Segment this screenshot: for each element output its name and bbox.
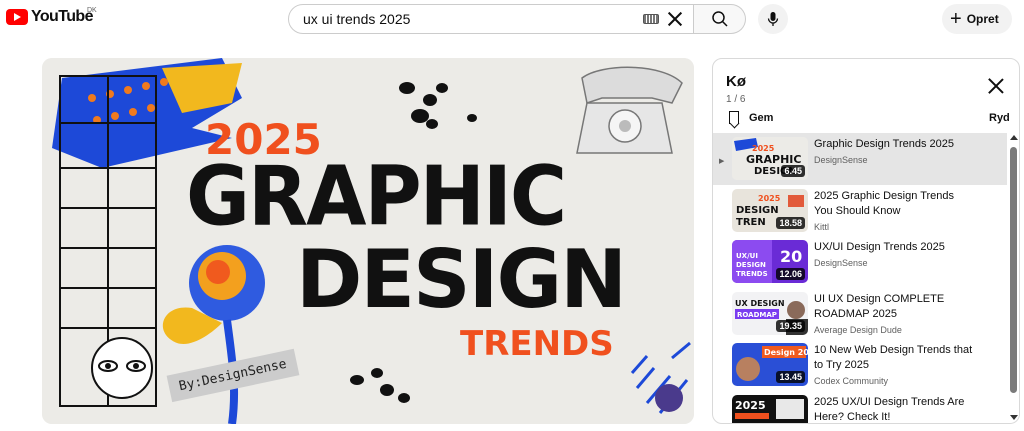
queue-item-spacer (713, 240, 732, 260)
keyboard-icon[interactable] (643, 14, 659, 24)
thumbnail-art: 2025 (732, 394, 808, 423)
search-icon (711, 11, 728, 27)
svg-text:2025: 2025 (735, 399, 766, 412)
queue-item-spacer (713, 189, 732, 209)
queue-item-spacer (713, 395, 732, 415)
queue-item-channel: Codex Community (814, 376, 889, 386)
queue-item-channel: DesignSense (814, 155, 868, 165)
svg-text:UX DESIGN: UX DESIGN (735, 299, 785, 308)
queue-item-meta: UI UX Design COMPLETE ROADMAP 2025 Avera… (814, 292, 974, 335)
queue-item-title: 2025 Graphic Design Trends You Should Kn… (814, 189, 955, 217)
now-playing-icon: ▶ (719, 158, 725, 165)
svg-text:TREN: TREN (736, 217, 766, 228)
create-button[interactable]: + Opret (942, 4, 1012, 34)
svg-text:DESIGN: DESIGN (736, 261, 766, 269)
queue-thumbnail: UX DESIGN ROADMAP 19.35 (732, 291, 808, 335)
video-player[interactable]: 2025 GRAPHIC DESIGN TRENDS By:DesignSens… (42, 58, 694, 424)
duration-badge: 12.06 (776, 268, 805, 280)
svg-text:DESIGN: DESIGN (736, 205, 779, 216)
queue-item[interactable]: UX DESIGN ROADMAP 19.35 UI UX Design COMP… (713, 288, 1007, 340)
queue-item-meta: 10 New Web Design Trends that to Try 202… (814, 343, 974, 386)
save-queue-button[interactable]: Gem (729, 111, 773, 124)
queue-item-spacer (713, 343, 732, 363)
create-label: Opret (966, 12, 999, 26)
search-box (288, 4, 694, 34)
queue-header: Kø 1 / 6 Gem Ryd (713, 59, 1019, 133)
queue-item-meta: Graphic Design Trends 2025 DesignSense (814, 137, 974, 165)
queue-panel: Kø 1 / 6 Gem Ryd ▶ 2025 GRAPHIC DESIGN 6.4… (712, 58, 1020, 424)
thumbnail-title-line2: DESIGN (296, 233, 627, 326)
queue-item-meta: UX/UI Design Trends 2025 DesignSense (814, 240, 974, 268)
microphone-icon (767, 12, 779, 26)
queue-item-meta: 2025 UX/UI Design Trends Are Here? Check… (814, 395, 974, 424)
close-icon[interactable] (987, 77, 1005, 95)
queue-thumbnail: 2025 (732, 394, 808, 423)
queue-item[interactable]: UX/UI DESIGN TRENDS 20 12.06 UX/UI Design T… (713, 236, 1007, 288)
queue-item-meta: 2025 Graphic Design Trends You Should Kn… (814, 189, 974, 232)
queue-scrollbar[interactable] (1009, 133, 1019, 423)
scroll-down-arrow-icon[interactable] (1010, 415, 1018, 420)
youtube-play-icon (6, 9, 28, 25)
queue-thumbnail: 2025 DESIGN TREN 18.58 (732, 188, 808, 232)
youtube-logo[interactable]: YouTube DK (6, 7, 97, 26)
svg-text:Design 2025: Design 2025 (764, 348, 808, 357)
svg-text:2025: 2025 (758, 194, 781, 203)
svg-text:2025: 2025 (752, 144, 775, 153)
svg-text:ROADMAP: ROADMAP (737, 311, 777, 319)
top-bar: YouTube DK + Opret (0, 0, 1024, 38)
svg-text:20: 20 (780, 247, 802, 266)
svg-text:UX/UI: UX/UI (736, 252, 758, 260)
scroll-up-arrow-icon[interactable] (1010, 135, 1018, 140)
scrollbar-thumb[interactable] (1010, 147, 1017, 393)
voice-search-button[interactable] (758, 4, 788, 34)
duration-badge: 19.35 (776, 319, 805, 332)
clear-search-icon[interactable] (665, 9, 685, 29)
queue-item[interactable]: 2025 DESIGN TREN 18.58 2025 Graphic Design… (713, 185, 1007, 237)
queue-thumbnail: Design 2025 13.45 (732, 343, 808, 386)
queue-thumbnail: UX/UI DESIGN TRENDS 20 12.06 (732, 240, 808, 283)
queue-item[interactable]: Design 2025 13.45 10 New Web Design Tren… (713, 339, 1007, 391)
search-bar (288, 4, 746, 34)
queue-item-title: UI UX Design COMPLETE ROADMAP 2025 (814, 292, 945, 320)
queue-thumbnail: 2025 GRAPHIC DESIGN 6.45 (732, 137, 808, 180)
queue-item[interactable]: ▶ 2025 GRAPHIC DESIGN 6.45 Graphic Design … (713, 133, 1007, 185)
duration-badge: 13.45 (776, 371, 805, 383)
queue-list: ▶ 2025 GRAPHIC DESIGN 6.45 Graphic Design … (713, 133, 1007, 424)
search-button[interactable] (694, 4, 746, 34)
queue-item-title: 2025 UX/UI Design Trends Are Here? Check… (814, 395, 965, 423)
bookmark-icon (729, 111, 739, 124)
save-label: Gem (749, 111, 774, 124)
queue-title: Kø (726, 73, 746, 90)
queue-item-channel: Average Design Dude (814, 324, 902, 335)
thumbnail-title-line3: TRENDS (460, 324, 614, 364)
plus-icon: + (950, 8, 962, 30)
queue-item-spacer (713, 292, 732, 312)
queue-position: 1 / 6 (726, 94, 746, 105)
logo-text: YouTube (31, 8, 93, 25)
queue-item[interactable]: 2025 2025 UX/UI Design Trends Are Here? … (713, 391, 1007, 424)
queue-item-channel: Kittl (814, 221, 830, 232)
clear-queue-button[interactable]: Ryd (989, 112, 1010, 124)
search-input[interactable] (303, 11, 643, 27)
duration-badge: 6.45 (781, 165, 805, 177)
queue-item-channel: DesignSense (814, 258, 868, 268)
duration-badge: 18.58 (776, 216, 805, 229)
thumbnail-title-line1: GRAPHIC (186, 149, 567, 245)
queue-item-title: Graphic Design Trends 2025 (814, 138, 955, 150)
svg-text:TRENDS: TRENDS (736, 270, 768, 278)
queue-item-title: 10 New Web Design Trends that to Try 202… (814, 344, 973, 371)
queue-item-title: UX/UI Design Trends 2025 (814, 241, 945, 253)
country-code: DK (87, 7, 97, 14)
